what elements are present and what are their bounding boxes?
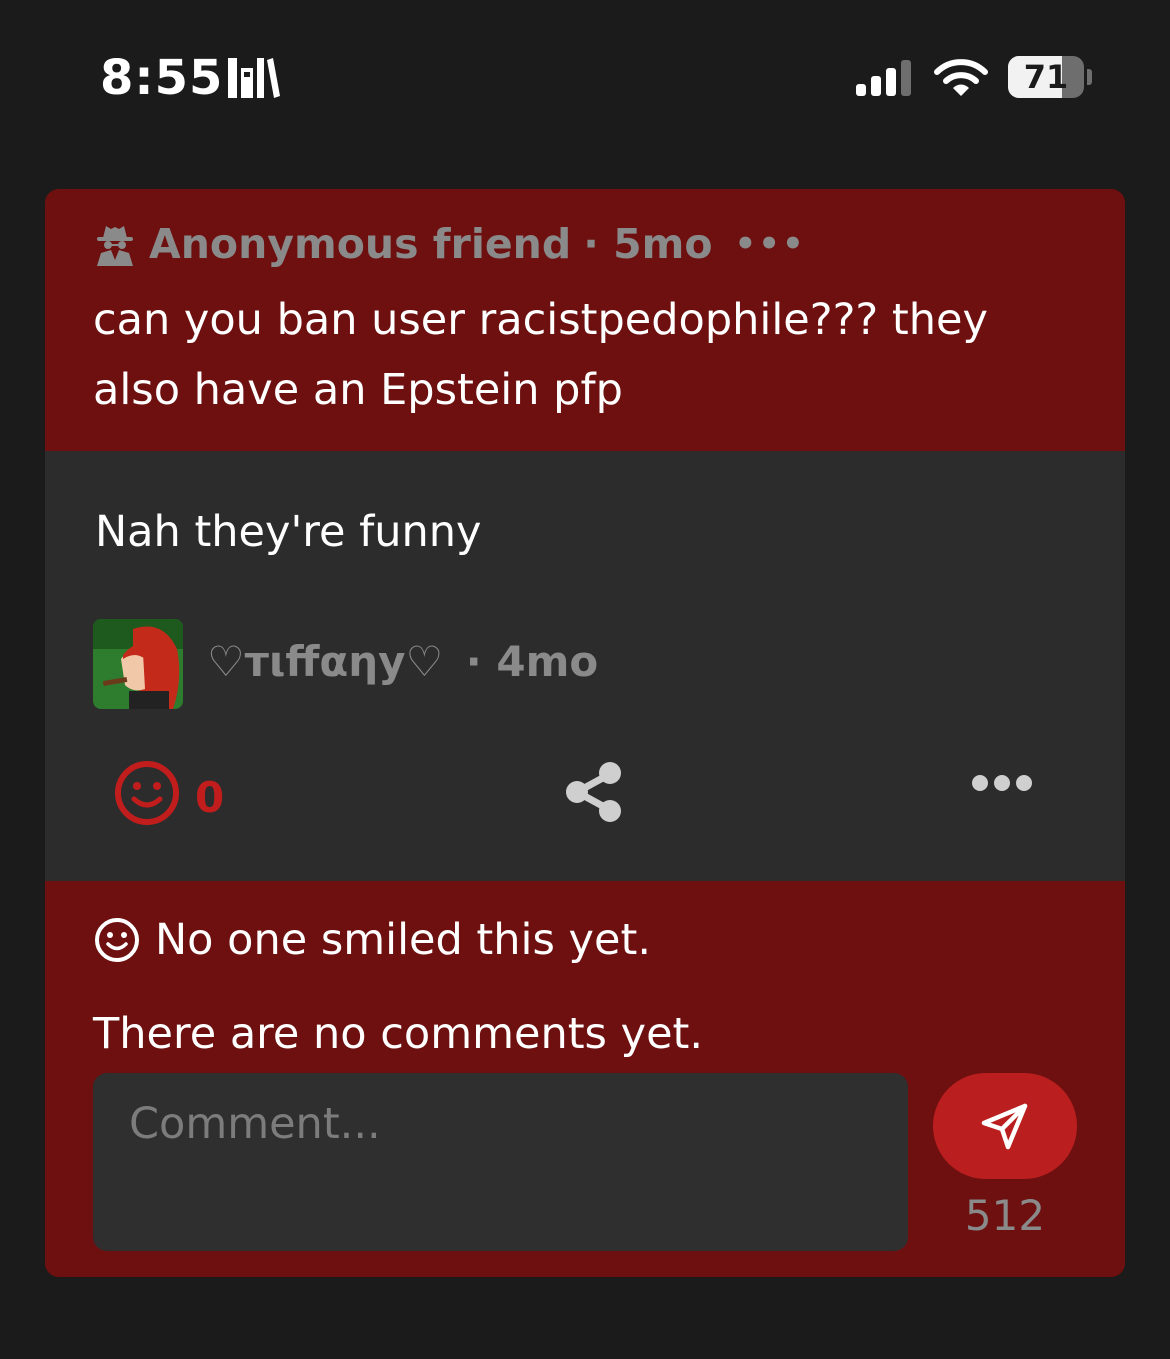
more-icon[interactable] [971, 773, 1033, 793]
post-card: Anonymous friend · 5mo ••• can you ban u… [45, 189, 1125, 1277]
char-count: 512 [964, 1191, 1046, 1240]
smiled-text: No one smiled this yet. [155, 915, 651, 965]
status-bar: 8:55 71 [0, 0, 1170, 160]
wifi-icon [934, 59, 988, 96]
smile-button[interactable]: 0 [113, 759, 224, 827]
battery-icon: 71 [1008, 56, 1084, 98]
question-more-button[interactable]: ••• [735, 224, 806, 264]
send-icon [981, 1103, 1028, 1150]
smile-count: 0 [195, 772, 225, 822]
question-section: Anonymous friend · 5mo ••• can you ban u… [45, 189, 1125, 451]
answer-section: Nah they're funny ♡тιffαηy♡ · 4mo 0 [45, 451, 1125, 881]
comment-input[interactable] [93, 1073, 908, 1251]
question-text: can you ban user racistpedophile??? they… [93, 295, 988, 415]
no-comments-text: There are no comments yet. [93, 1009, 704, 1059]
answer-age: · 4mo [465, 637, 599, 686]
spy-icon [97, 226, 133, 266]
status-time: 8:55 [100, 50, 224, 106]
share-icon[interactable] [563, 761, 625, 823]
smiled-status: No one smiled this yet. [93, 915, 651, 965]
answer-meta: ♡тιffαηy♡ · 4mo [207, 637, 598, 686]
comments-section: No one smiled this yet. There are no com… [45, 881, 1125, 1277]
send-button[interactable] [933, 1073, 1077, 1179]
smile-icon [115, 761, 179, 825]
smile-outline-icon [95, 918, 139, 962]
signal-icon [856, 60, 911, 96]
avatar[interactable] [93, 619, 183, 709]
answer-author[interactable]: ♡тιffαηy♡ [207, 637, 443, 686]
battery-level: 71 [1023, 58, 1069, 96]
question-author: Anonymous friend [149, 220, 572, 268]
question-age: · 5mo [583, 220, 713, 268]
battery-tip [1087, 69, 1092, 85]
question-meta: Anonymous friend · 5mo ••• [93, 217, 806, 271]
answer-text: Nah they're funny [95, 507, 482, 557]
books-icon [228, 58, 280, 98]
